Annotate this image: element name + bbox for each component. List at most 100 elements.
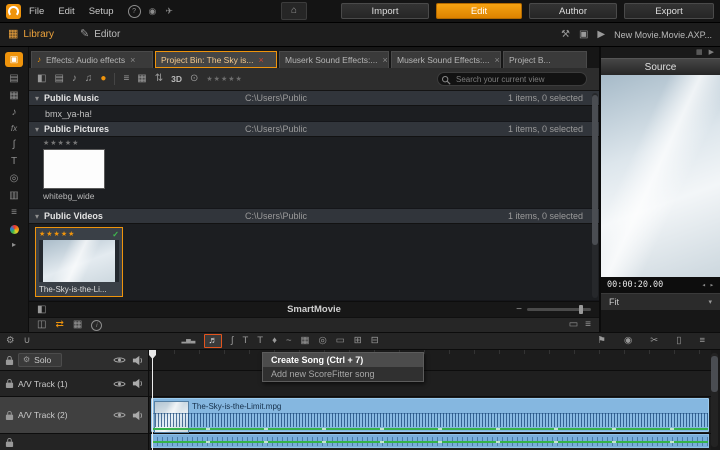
slider-thumb[interactable] (579, 305, 583, 314)
track-lane-audio[interactable] (149, 434, 711, 450)
close-icon[interactable]: × (382, 55, 387, 65)
track-header-solo[interactable]: ⚙ Solo (0, 350, 148, 371)
import-mode-button[interactable]: Import (341, 3, 429, 19)
wrench-icon[interactable]: ⚒ (561, 29, 570, 40)
marker-flag-icon[interactable]: ⚑ (597, 336, 606, 346)
more-menu-icon[interactable]: ≡ (699, 336, 705, 346)
close-icon[interactable]: × (258, 55, 263, 65)
list-view-icon[interactable]: ≡ (123, 74, 129, 84)
picture-thumbnail[interactable] (43, 149, 105, 189)
source-preview-image[interactable] (601, 75, 720, 277)
track-header-partial[interactable] (0, 434, 148, 450)
discs-icon[interactable]: ◎ (10, 174, 19, 184)
track-lane-av1[interactable] (149, 371, 711, 397)
titles-icon[interactable]: T (11, 157, 17, 167)
scrollbar-thumb[interactable] (592, 95, 598, 245)
edit-mode-button[interactable]: Edit (436, 3, 522, 19)
video-item-card-selected[interactable]: ★★★★★ ✓ The-Sky-is-the-Li... (35, 227, 123, 297)
lock-icon[interactable] (5, 410, 14, 421)
menu-setup[interactable]: Setup (89, 6, 114, 17)
solo-button[interactable]: ⚙ Solo (18, 353, 63, 367)
rating-filter-stars[interactable]: ★★★★★ (206, 75, 242, 83)
sync-icon[interactable]: ⇄ (55, 320, 63, 330)
author-mode-button[interactable]: Author (529, 3, 617, 19)
timeline-scrollbar[interactable] (711, 353, 718, 447)
wave-tool-icon[interactable]: ~ (286, 336, 292, 346)
track-header-av1[interactable]: A/V Track (1) (0, 371, 148, 397)
chevron-down-icon[interactable]: ▾ (35, 125, 39, 134)
speaker-mute-icon[interactable] (132, 378, 143, 389)
videos-icon[interactable]: ▤ (9, 74, 18, 84)
music-filter-icon[interactable]: ♫ (85, 74, 93, 84)
grid-view-icon[interactable]: ▦ (137, 74, 146, 84)
library-scrollbar[interactable] (592, 93, 598, 298)
clip-volume-line[interactable] (152, 428, 708, 430)
scorefitter-icon[interactable]: ∫ (13, 140, 16, 150)
bin-tab-effects[interactable]: ♪ Effects: Audio effects × (31, 51, 153, 68)
add-track-icon[interactable]: ⊞ (354, 336, 362, 346)
step-back-icon[interactable]: ◂ (702, 281, 706, 289)
step-forward-icon[interactable]: ▸ (710, 281, 714, 289)
forward-icon[interactable]: ▶ (597, 29, 605, 40)
timecode-value[interactable]: 00:00:20.00 (607, 280, 663, 290)
group-header-public-pictures[interactable]: ▾ Public Pictures C:\Users\Public 1 item… (29, 122, 599, 137)
scenes-icon[interactable]: ◫ (37, 320, 46, 330)
help-icon[interactable]: ? (127, 4, 141, 18)
sphere-filter-icon[interactable]: ● (100, 74, 106, 84)
zoom-out-icon[interactable]: − (516, 304, 522, 315)
location-icon[interactable]: ◉ (149, 6, 157, 16)
home-button[interactable]: ⌂ (281, 2, 307, 20)
create-song-icon[interactable]: ♬ (204, 334, 222, 348)
track-header-av2[interactable]: A/V Track (2) (0, 397, 148, 434)
tab-library[interactable]: ▦ Library (8, 29, 54, 41)
lock-icon[interactable] (5, 378, 14, 389)
magnet-snap-icon[interactable]: ∪ (24, 336, 31, 346)
bin-tab-project-b[interactable]: Project B... (503, 51, 587, 68)
video-filter-icon[interactable]: ▤ (54, 74, 63, 84)
group-header-public-music[interactable]: ▾ Public Music C:\Users\Public 1 items, … (29, 91, 599, 106)
speaker-mute-icon[interactable] (132, 410, 143, 421)
info-icon[interactable]: i (91, 319, 103, 331)
picture-item-card[interactable]: ★★★★★ whitebg_wide (29, 137, 599, 209)
eye-visibility-icon[interactable] (113, 380, 126, 388)
scrollbar-thumb[interactable] (711, 356, 718, 392)
montage-tool-icon[interactable]: ▦ (301, 336, 310, 346)
photos-icon[interactable]: ▦ (9, 91, 18, 101)
export-mode-button[interactable]: Export (624, 3, 714, 19)
audio-volume-line[interactable] (152, 441, 708, 443)
smartmovie-panel-icon[interactable]: ◧ (37, 304, 46, 315)
effects-icon[interactable]: fx (11, 125, 17, 133)
bin-tab-muserk-2[interactable]: Muserk Sound Effects:... × (391, 51, 501, 68)
close-icon[interactable]: × (130, 55, 135, 65)
preview-detach-icon[interactable]: ▶ (709, 49, 714, 56)
record-icon[interactable]: ◉ (624, 336, 632, 346)
color-palette-icon[interactable] (9, 225, 19, 234)
smartmovie-label[interactable]: SmartMovie (287, 304, 341, 315)
timeline-settings-gear-icon[interactable]: ⚙ (6, 336, 15, 346)
voiceover-icon[interactable]: ♦ (272, 336, 277, 346)
audio-clip-strip[interactable] (151, 434, 709, 448)
trash-icon[interactable]: ▯ (676, 336, 681, 346)
rating-stars[interactable]: ★★★★★ (39, 231, 75, 239)
bin-tab-muserk-1[interactable]: Muserk Sound Effects:... × (279, 51, 389, 68)
track-lane-solo[interactable] (149, 350, 711, 371)
camera-icon[interactable]: ⊙ (190, 74, 198, 84)
smartmovie-bar[interactable]: ◧ SmartMovie − (29, 301, 599, 317)
menu-edit[interactable]: Edit (58, 6, 74, 17)
3d-toggle[interactable]: 3D (171, 74, 182, 84)
collapse-arrow-icon[interactable]: ▸ (12, 241, 16, 249)
sort-icon[interactable]: ⇅ (155, 74, 163, 84)
title-tool-icon[interactable]: T (242, 336, 248, 346)
rating-stars[interactable]: ★★★★★ (43, 140, 599, 148)
group-header-public-videos[interactable]: ▾ Public Videos C:\Users\Public 1 items,… (29, 209, 599, 224)
audio-mixer-icon[interactable]: ▂▅▃ (182, 338, 196, 344)
grid-options-icon[interactable]: ▦ (73, 320, 82, 330)
montage-icon[interactable]: ▥ (9, 191, 18, 201)
subtitle-tool-icon[interactable]: T (257, 336, 263, 346)
tab-editor[interactable]: ✎ Editor (80, 29, 120, 41)
razor-scissors-icon[interactable]: ✂ (650, 336, 658, 346)
keyboard-icon[interactable]: ≡ (11, 208, 17, 218)
menu-icon[interactable]: ≡ (585, 320, 591, 330)
eye-visibility-icon[interactable] (113, 411, 126, 419)
video-clip[interactable]: The-Sky-is-the-Limit.mpg (151, 398, 709, 433)
